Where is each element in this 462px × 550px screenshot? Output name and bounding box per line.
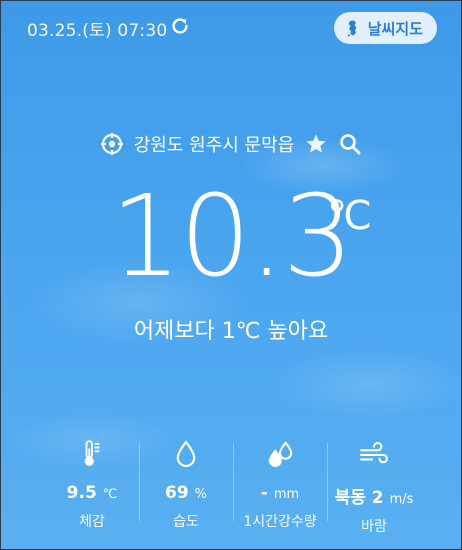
wind-icon <box>327 437 421 471</box>
precipitation-unit: mm <box>273 487 300 502</box>
wind-unit: m/s <box>389 492 414 507</box>
weather-screen: 03.25.(토) 07:30 날씨지도 강원도 원주시 문막읍 10.3 ℃ … <box>0 0 462 550</box>
wind-value: 북동 2 <box>334 488 384 508</box>
stat-precipitation: - mm 1시간강수량 <box>233 437 327 530</box>
feels-like-unit: ℃ <box>102 487 118 502</box>
humidity-value: 69 <box>165 483 189 503</box>
precipitation-icon <box>233 437 327 471</box>
korea-map-icon <box>344 19 362 37</box>
precipitation-label: 1시간강수량 <box>243 514 317 530</box>
stat-feels-like: 9.5 ℃ 체감 <box>45 437 139 530</box>
wind-label: 바람 <box>361 519 387 535</box>
location-row: 강원도 원주시 문막읍 <box>1 131 461 157</box>
weather-map-button[interactable]: 날씨지도 <box>333 12 437 44</box>
location-name[interactable]: 강원도 원주시 문막읍 <box>134 131 294 157</box>
humidity-label: 습도 <box>173 514 199 530</box>
feels-like-value: 9.5 <box>66 483 97 503</box>
search-icon[interactable] <box>338 132 362 156</box>
observation-time: 03.25.(토) 07:30 <box>27 21 168 41</box>
weather-stats: 9.5 ℃ 체감 69 % 습도 - mm 1시간강수량 북동 2 m/s 바람 <box>45 437 421 535</box>
humidity-drop-icon <box>139 437 233 471</box>
refresh-icon[interactable] <box>169 15 191 37</box>
temperature-value: 10.3 <box>110 172 353 302</box>
stat-wind: 북동 2 m/s 바람 <box>327 437 421 535</box>
current-temperature: 10.3 ℃ <box>1 181 461 293</box>
temperature-comparison: 어제보다 1℃ 높아요 <box>133 319 329 344</box>
feels-like-label: 체감 <box>79 514 105 530</box>
humidity-unit: % <box>194 487 207 502</box>
precipitation-value: - <box>260 483 268 503</box>
temperature-unit: ℃ <box>327 193 372 239</box>
current-location-icon[interactable] <box>100 132 124 156</box>
top-bar: 03.25.(토) 07:30 날씨지도 <box>1 1 461 53</box>
stat-humidity: 69 % 습도 <box>139 437 233 530</box>
weather-map-label: 날씨지도 <box>367 19 423 38</box>
favorite-star-icon[interactable] <box>304 132 328 156</box>
thermometer-icon <box>45 437 139 471</box>
